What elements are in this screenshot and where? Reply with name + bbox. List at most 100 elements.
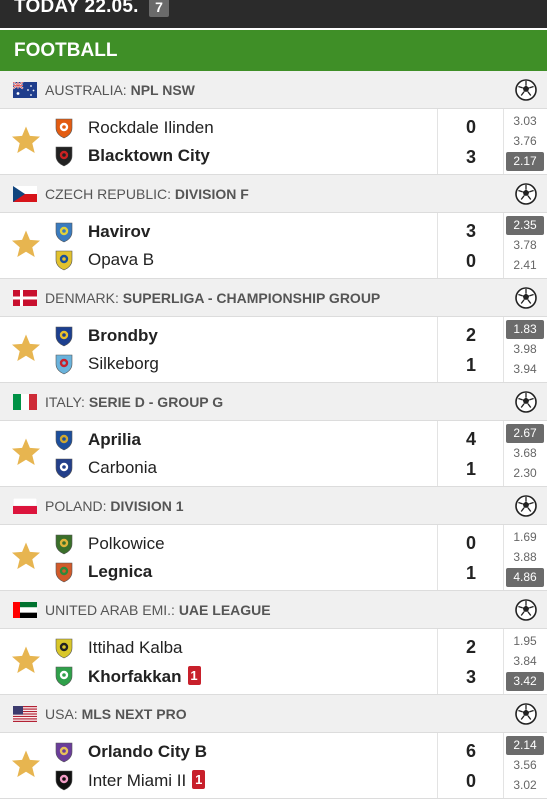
- league-header[interactable]: DENMARK: SUPERLIGA - CHAMPIONSHIP GROUP: [0, 279, 547, 317]
- home-score: 6: [465, 741, 476, 761]
- team-name: Inter Miami II 1: [88, 770, 206, 791]
- team-name-text: Legnica: [88, 562, 153, 581]
- team-name: Blacktown City: [88, 146, 210, 166]
- away-team: Silkeborg: [52, 350, 432, 378]
- favorite-star-icon[interactable]: [10, 748, 42, 780]
- favorite-star-icon[interactable]: [10, 228, 42, 260]
- odds-value[interactable]: 3.68: [506, 444, 544, 463]
- date-bar: TODAY 22.05. 7: [0, 0, 547, 28]
- favorite-star-icon[interactable]: [10, 436, 42, 468]
- red-card-badge: 1: [192, 770, 206, 789]
- odds-value[interactable]: 3.88: [506, 548, 544, 567]
- team-name-text: Silkeborg: [88, 354, 159, 373]
- score-column: 23: [437, 629, 504, 694]
- score-column: 30: [437, 213, 504, 278]
- czech-flag: [13, 186, 37, 202]
- team-name: Brondby: [88, 326, 158, 346]
- odds-value[interactable]: 1.95: [506, 632, 544, 651]
- team-crest-icon: [52, 324, 76, 348]
- odds-value[interactable]: 2.41: [506, 256, 544, 275]
- match-count-badge: 7: [149, 0, 169, 17]
- team-name-text: Rockdale Ilinden: [88, 118, 214, 137]
- odds-value[interactable]: 3.02: [506, 776, 544, 795]
- team-name: Polkowice: [88, 534, 165, 554]
- odds-column: 1.95 3.84 3.42: [506, 632, 544, 692]
- australia-flag: [13, 82, 37, 98]
- team-name-text: Opava B: [88, 250, 155, 269]
- league-name: DIVISION 1: [110, 498, 184, 514]
- odds-value[interactable]: 3.03: [506, 112, 544, 131]
- match-row[interactable]: Ittihad Kalba Khorfakkan 1 2 3 1.95 3.84 3.42: [0, 629, 547, 695]
- team-crest-icon: [52, 144, 76, 168]
- league-name: SERIE D - GROUP G: [88, 394, 224, 410]
- league-name: UAE LEAGUE: [178, 602, 271, 618]
- away-score: 1: [465, 459, 476, 479]
- odds-column: 2.14 3.56 3.02: [506, 736, 544, 796]
- odds-value[interactable]: 2.14: [506, 736, 544, 755]
- odds-value[interactable]: 2.17: [506, 152, 544, 171]
- league-header[interactable]: UNITED ARAB EMI.: UAE LEAGUE: [0, 591, 547, 629]
- away-score: 3: [465, 667, 476, 687]
- football-icon: [515, 79, 537, 101]
- odds-value[interactable]: 3.56: [506, 756, 544, 775]
- league-header[interactable]: USA: MLS NEXT PRO: [0, 695, 547, 733]
- odds-value[interactable]: 3.84: [506, 652, 544, 671]
- poland-flag: [13, 498, 37, 514]
- match-row[interactable]: Polkowice Legnica 0 1 1.69 3.88 4.86: [0, 525, 547, 591]
- match-row[interactable]: Aprilia Carbonia 4 1 2.67 3.68 2.30: [0, 421, 547, 487]
- team-name: Ittihad Kalba: [88, 638, 183, 658]
- team-name: Rockdale Ilinden: [88, 118, 214, 138]
- team-crest-icon: [52, 740, 76, 764]
- home-score: 2: [465, 325, 476, 345]
- home-team: Orlando City B: [52, 738, 432, 766]
- favorite-star-icon[interactable]: [10, 332, 42, 364]
- odds-column: 1.69 3.88 4.86: [506, 528, 544, 588]
- match-row[interactable]: Rockdale Ilinden Blacktown City 0 3 3.03 3.76…: [0, 109, 547, 175]
- odds-column: 3.03 3.76 2.17: [506, 112, 544, 172]
- league-title: USA: MLS NEXT PRO: [45, 706, 187, 722]
- team-name-text: Aprilia: [88, 430, 141, 449]
- red-card-badge: 1: [187, 666, 201, 685]
- match-row[interactable]: Orlando City B Inter Miami II 1 6 0 2.14 3.56 3…: [0, 733, 547, 799]
- team-crest-icon: [52, 664, 76, 688]
- league-country: POLAND:: [45, 498, 111, 514]
- odds-value[interactable]: 1.83: [506, 320, 544, 339]
- away-team: Carbonia: [52, 454, 432, 482]
- odds-value[interactable]: 3.98: [506, 340, 544, 359]
- team-name: Opava B: [88, 250, 154, 270]
- league-header[interactable]: CZECH REPUBLIC: DIVISION F: [0, 175, 547, 213]
- team-name: Orlando City B: [88, 742, 207, 762]
- odds-value[interactable]: 4.86: [506, 568, 544, 587]
- odds-value[interactable]: 2.67: [506, 424, 544, 443]
- team-name: Aprilia: [88, 430, 141, 450]
- sport-header[interactable]: FOOTBALL: [0, 28, 547, 71]
- league-name: MLS NEXT PRO: [81, 706, 187, 722]
- team-name-text: Havirov: [88, 222, 151, 241]
- league-title: DENMARK: SUPERLIGA - CHAMPIONSHIP GROUP: [45, 290, 380, 306]
- italy-flag: [13, 394, 37, 410]
- odds-value[interactable]: 3.94: [506, 360, 544, 379]
- favorite-star-icon[interactable]: [10, 124, 42, 156]
- home-team: Brondby: [52, 322, 432, 350]
- home-score: 4: [465, 429, 476, 449]
- odds-value[interactable]: 3.78: [506, 236, 544, 255]
- match-row[interactable]: Brondby Silkeborg 2 1 1.83 3.98 3.94: [0, 317, 547, 383]
- home-score: 2: [465, 637, 476, 657]
- home-team: Aprilia: [52, 426, 432, 454]
- league-header[interactable]: POLAND: DIVISION 1: [0, 487, 547, 525]
- league-country: CZECH REPUBLIC:: [45, 186, 175, 202]
- league-header[interactable]: AUSTRALIA: NPL NSW: [0, 71, 547, 109]
- odds-value[interactable]: 2.35: [506, 216, 544, 235]
- league-header[interactable]: ITALY: SERIE D - GROUP G: [0, 383, 547, 421]
- odds-value[interactable]: 1.69: [506, 528, 544, 547]
- favorite-star-icon[interactable]: [10, 540, 42, 572]
- league-title: POLAND: DIVISION 1: [45, 498, 184, 514]
- league-country: UNITED ARAB EMI.:: [45, 602, 179, 618]
- odds-value[interactable]: 3.42: [506, 672, 544, 691]
- home-score: 0: [465, 533, 476, 553]
- odds-value[interactable]: 2.30: [506, 464, 544, 483]
- odds-value[interactable]: 3.76: [506, 132, 544, 151]
- away-team: Legnica: [52, 558, 432, 586]
- favorite-star-icon[interactable]: [10, 644, 42, 676]
- match-row[interactable]: Havirov Opava B 3 0 2.35 3.78 2.41: [0, 213, 547, 279]
